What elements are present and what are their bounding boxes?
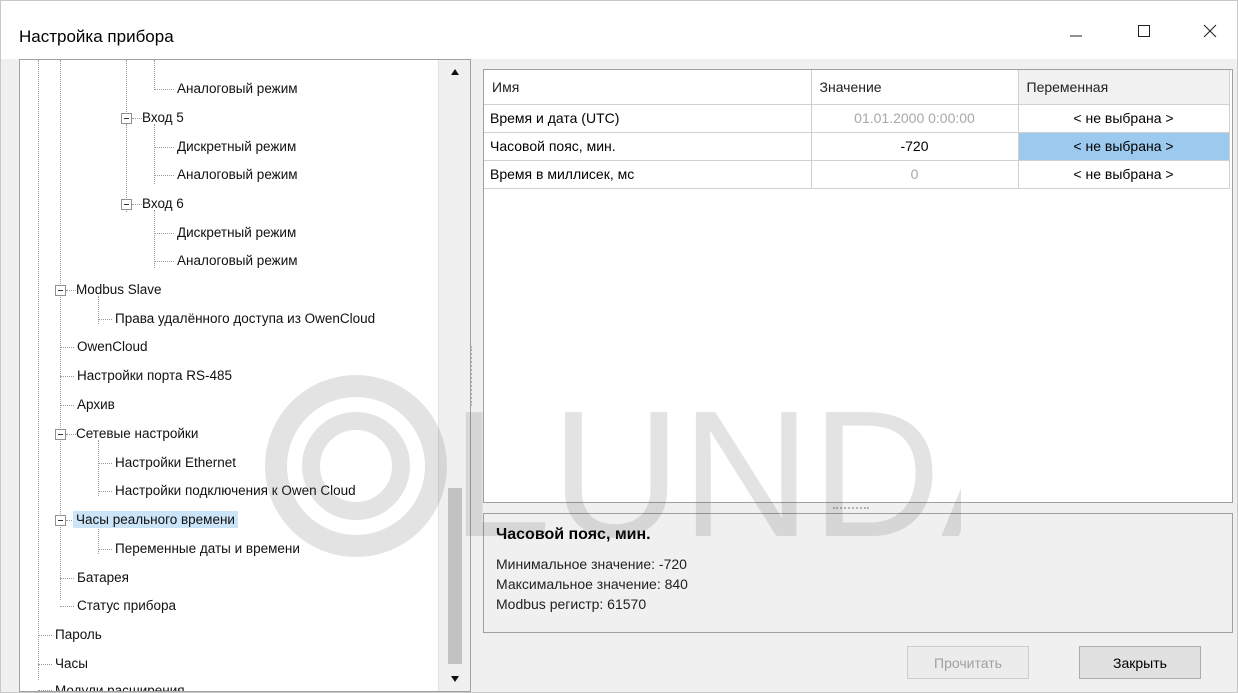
close-window-button[interactable] (1187, 13, 1233, 49)
tree-item-password[interactable]: Пароль (52, 621, 105, 649)
tree-item-analog-mode[interactable]: Аналоговый режим (174, 247, 301, 275)
tree-item-archive[interactable]: Архив (74, 391, 118, 419)
horizontal-splitter[interactable] (833, 507, 869, 509)
window-title: Настройка прибора (19, 27, 174, 46)
tree-item-owencloud[interactable]: OwenCloud (74, 333, 151, 361)
description-max: Максимальное значение: 840 (496, 576, 688, 592)
arrow-up-icon (451, 69, 459, 75)
tree-item-battery[interactable]: Батарея (74, 564, 132, 592)
cell-variable[interactable]: < не выбрана > (1018, 160, 1230, 189)
tree-item-analog-mode[interactable]: Аналоговый режим (174, 75, 301, 103)
parameters-grid[interactable]: Имя Значение Переменная Время и дата (UT… (483, 69, 1233, 503)
collapse-toggle-input5[interactable] (121, 113, 132, 124)
maximize-button[interactable] (1121, 13, 1167, 49)
settings-tree[interactable]: Аналоговый режим Вход 5 Дискретный режим… (19, 59, 471, 692)
tree-item-input-5[interactable]: Вход 5 (139, 104, 187, 132)
vertical-splitter[interactable] (470, 346, 474, 406)
header-value[interactable]: Значение (811, 70, 1019, 105)
tree-item-clock[interactable]: Часы (52, 650, 91, 678)
collapse-toggle-network[interactable] (55, 429, 66, 440)
close-icon (1203, 24, 1217, 38)
table-header-row: Имя Значение Переменная (484, 70, 1230, 105)
tree-item-expansion-modules[interactable]: Модули расширения (52, 677, 188, 691)
tree-item-discrete-mode[interactable]: Дискретный режим (174, 219, 299, 247)
collapse-toggle-input6[interactable] (121, 199, 132, 210)
tree-scrollbar[interactable] (438, 60, 470, 691)
tree-item-discrete-mode[interactable]: Дискретный режим (174, 133, 299, 161)
table-row[interactable]: Часовой пояс, мин. -720 < не выбрана > (484, 132, 1230, 161)
cell-name[interactable]: Время в миллисек, мс (484, 160, 812, 189)
header-variable[interactable]: Переменная (1018, 70, 1230, 105)
tree-item-network-settings[interactable]: Сетевые настройки (73, 420, 201, 448)
tree-item-modbus-slave[interactable]: Modbus Slave (73, 276, 165, 304)
scroll-up-button[interactable] (439, 60, 470, 84)
scroll-down-button[interactable] (439, 667, 470, 691)
description-register: Modbus регистр: 61570 (496, 596, 647, 612)
table-row[interactable]: Время в миллисек, мс 0 < не выбрана > (484, 160, 1230, 189)
tree-item-owencloud-access[interactable]: Права удалённого доступа из OwenCloud (112, 305, 378, 333)
header-name[interactable]: Имя (484, 70, 812, 105)
tree-item-rtc[interactable]: Часы реального времени (73, 506, 238, 534)
device-settings-window: Настройка прибора Аналоговый режим Вход … (0, 0, 1238, 693)
cell-value[interactable]: -720 (811, 132, 1019, 161)
description-title: Часовой пояс, мин. (496, 526, 651, 543)
cell-name[interactable]: Часовой пояс, мин. (484, 132, 812, 161)
cell-value[interactable]: 01.01.2000 0:00:00 (811, 104, 1019, 133)
collapse-toggle-rtc[interactable] (55, 515, 66, 526)
tree-item-ethernet[interactable]: Настройки Ethernet (112, 449, 239, 477)
table-row[interactable]: Время и дата (UTC) 01.01.2000 0:00:00 < … (484, 104, 1230, 133)
title-bar: Настройка прибора (1, 1, 1237, 59)
description-panel: Часовой пояс, мин. Минимальное значение:… (483, 513, 1233, 633)
cell-variable[interactable]: < не выбрана > (1018, 104, 1230, 133)
collapse-toggle-modbus-slave[interactable] (55, 285, 66, 296)
cell-variable-selected[interactable]: < не выбрана > (1018, 132, 1230, 161)
cell-value[interactable]: 0 (811, 160, 1019, 189)
minimize-button[interactable] (1053, 13, 1099, 49)
arrow-down-icon (451, 676, 459, 682)
maximize-icon (1138, 25, 1150, 37)
tree-item-owen-cloud-connection[interactable]: Настройки подключения к Owen Cloud (112, 477, 359, 505)
close-button[interactable]: Закрыть (1079, 646, 1201, 679)
read-button[interactable]: Прочитать (907, 646, 1029, 679)
description-min: Минимальное значение: -720 (496, 556, 687, 572)
scroll-thumb[interactable] (448, 488, 462, 664)
tree-item-date-time-vars[interactable]: Переменные даты и времени (112, 535, 303, 563)
cell-name[interactable]: Время и дата (UTC) (484, 104, 812, 133)
tree-item-analog-mode[interactable]: Аналоговый режим (174, 161, 301, 189)
tree-item-device-status[interactable]: Статус прибора (74, 592, 179, 620)
tree-item-input-6[interactable]: Вход 6 (139, 190, 187, 218)
tree-item-rs485-port[interactable]: Настройки порта RS-485 (74, 362, 235, 390)
minimize-icon (1070, 35, 1082, 37)
parameters-table: Имя Значение Переменная Время и дата (UT… (484, 70, 1230, 189)
